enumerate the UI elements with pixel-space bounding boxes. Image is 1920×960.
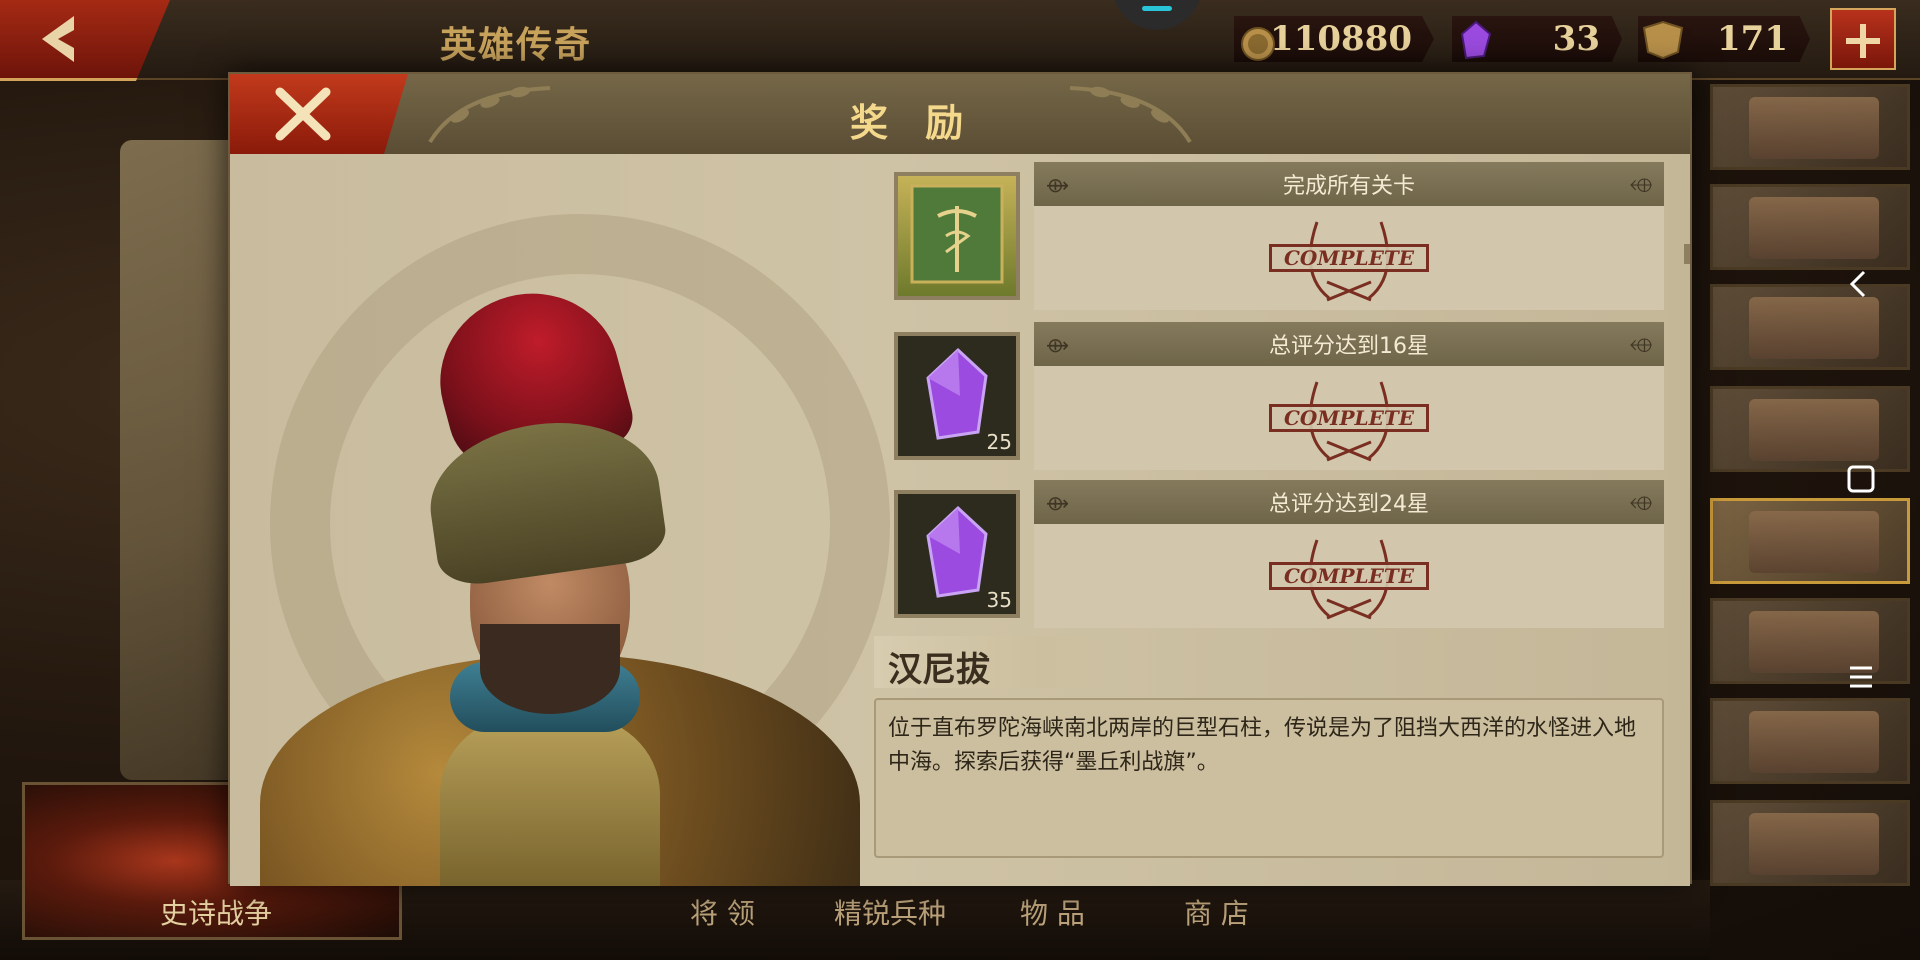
level-art — [1749, 711, 1879, 773]
level-art — [1749, 511, 1879, 573]
nav-items[interactable]: 物 品 — [1020, 892, 1085, 932]
reward-status-panel: COMPLETE — [1034, 366, 1664, 470]
mercury-flag-icon[interactable] — [894, 172, 1020, 300]
complete-stamp-text: COMPLETE — [1269, 562, 1429, 590]
back-button[interactable] — [0, 0, 170, 81]
hero-name: 汉尼拔 — [888, 650, 990, 690]
reward-condition: ⟴ 完成所有关卡 ⬲ — [1034, 162, 1664, 206]
complete-stamp: COMPLETE — [1269, 374, 1429, 464]
coin-counter[interactable]: 110880 — [1234, 16, 1434, 62]
complete-stamp: COMPLETE — [1269, 532, 1429, 622]
level-strip — [1710, 84, 1920, 960]
level-thumb[interactable] — [1710, 698, 1910, 784]
close-icon — [275, 87, 331, 141]
gem-reward-icon[interactable]: 35 — [894, 490, 1020, 618]
hero-beard — [480, 624, 620, 714]
banner-ornament-icon: ⟴ — [1046, 333, 1070, 357]
reward-label: 总评分达到16星 — [1269, 334, 1429, 359]
reward-row: ⟴ 完成所有关卡 ⬲ COMPLETE — [874, 162, 1674, 310]
level-art — [1749, 297, 1879, 359]
complete-stamp: COMPLETE — [1269, 214, 1429, 304]
game-screen: 英雄传奇 110880 33 171 史诗战争 将 领 精锐兵种 物 品 商 店… — [0, 0, 1920, 960]
level-thumb[interactable] — [1710, 184, 1910, 270]
banner-ornament-icon: ⬲ — [1630, 173, 1652, 197]
system-back-icon[interactable] — [1844, 266, 1874, 302]
level-art — [1749, 813, 1879, 875]
level-thumb[interactable] — [1710, 598, 1910, 684]
laurel-left-icon — [428, 86, 551, 144]
level-art — [1749, 97, 1879, 159]
gem-counter[interactable]: 33 — [1452, 16, 1622, 62]
reward-label: 完成所有关卡 — [1282, 174, 1415, 199]
nav-generals[interactable]: 将 领 — [690, 892, 755, 932]
hero-name-bar: 汉尼拔 — [874, 636, 1114, 690]
scrollbar[interactable] — [1684, 244, 1690, 264]
level-art — [1749, 399, 1879, 461]
gem-value: 33 — [1552, 19, 1600, 59]
system-home-icon[interactable] — [1844, 462, 1878, 496]
banner-ornament-icon: ⟴ — [1046, 173, 1070, 197]
caduceus-icon — [910, 184, 1004, 284]
modal-title: 奖 励 — [850, 100, 976, 145]
spqr-medal-icon — [1642, 20, 1684, 60]
reward-row: 35 ⟴ 总评分达到24星 ⬲ COMPLETE — [874, 480, 1674, 628]
reward-status-panel: COMPLETE — [1034, 524, 1664, 628]
level-thumb[interactable] — [1710, 800, 1910, 886]
coin-icon — [1241, 27, 1275, 61]
reward-count: 35 — [986, 588, 1012, 612]
spqr-value: 171 — [1717, 19, 1788, 59]
level-art — [1749, 197, 1879, 259]
banner-ornament-icon: ⬲ — [1630, 333, 1652, 357]
reward-count: 25 — [986, 430, 1012, 454]
camera-notch — [1112, 0, 1202, 30]
hero-armor — [440, 714, 660, 886]
complete-stamp-text: COMPLETE — [1269, 244, 1429, 272]
coin-value: 110880 — [1270, 19, 1412, 59]
spqr-counter[interactable]: 171 — [1638, 16, 1810, 62]
gem-icon — [1460, 20, 1492, 60]
modal-header: 奖 励 — [230, 74, 1690, 157]
reward-status-panel: COMPLETE — [1034, 206, 1664, 310]
reward-condition: ⟴ 总评分达到24星 ⬲ — [1034, 480, 1664, 524]
top-bar: 英雄传奇 110880 33 171 — [0, 0, 1920, 81]
reward-modal: 奖 励 ⟴ 完成所有关卡 ⬲ COMPLETE 25 ⟴ 总评分达到16星 ⬲ … — [228, 72, 1692, 886]
reward-condition: ⟴ 总评分达到16星 ⬲ — [1034, 322, 1664, 366]
hero-portrait — [230, 154, 870, 886]
add-resource-button[interactable] — [1830, 8, 1896, 70]
description-box: 位于直布罗陀海峡南北两岸的巨型石柱，传说是为了阻挡大西洋的水怪进入地中海。探索后… — [874, 698, 1664, 858]
system-menu-icon[interactable] — [1844, 660, 1878, 694]
level-thumb-selected[interactable] — [1710, 498, 1910, 584]
banner-ornament-icon: ⬲ — [1630, 491, 1652, 515]
level-thumb[interactable] — [1710, 84, 1910, 170]
level-thumb[interactable] — [1710, 386, 1910, 472]
reward-label: 总评分达到24星 — [1269, 492, 1429, 517]
nav-elite-troops[interactable]: 精锐兵种 — [834, 892, 946, 932]
back-arrow-icon — [42, 16, 74, 62]
banner-ornament-icon: ⟴ — [1046, 491, 1070, 515]
epic-war-label[interactable]: 史诗战争 — [160, 892, 272, 932]
reward-row: 25 ⟴ 总评分达到16星 ⬲ COMPLETE — [874, 322, 1674, 470]
gem-reward-icon[interactable]: 25 — [894, 332, 1020, 460]
close-button[interactable] — [230, 74, 408, 157]
level-thumb[interactable] — [1710, 284, 1910, 370]
laurel-right-icon — [1069, 86, 1192, 144]
nav-shop[interactable]: 商 店 — [1184, 892, 1249, 932]
complete-stamp-text: COMPLETE — [1269, 404, 1429, 432]
page-title: 英雄传奇 — [440, 24, 593, 66]
description-text: 位于直布罗陀海峡南北两岸的巨型石柱，传说是为了阻挡大西洋的水怪进入地中海。探索后… — [888, 716, 1637, 775]
